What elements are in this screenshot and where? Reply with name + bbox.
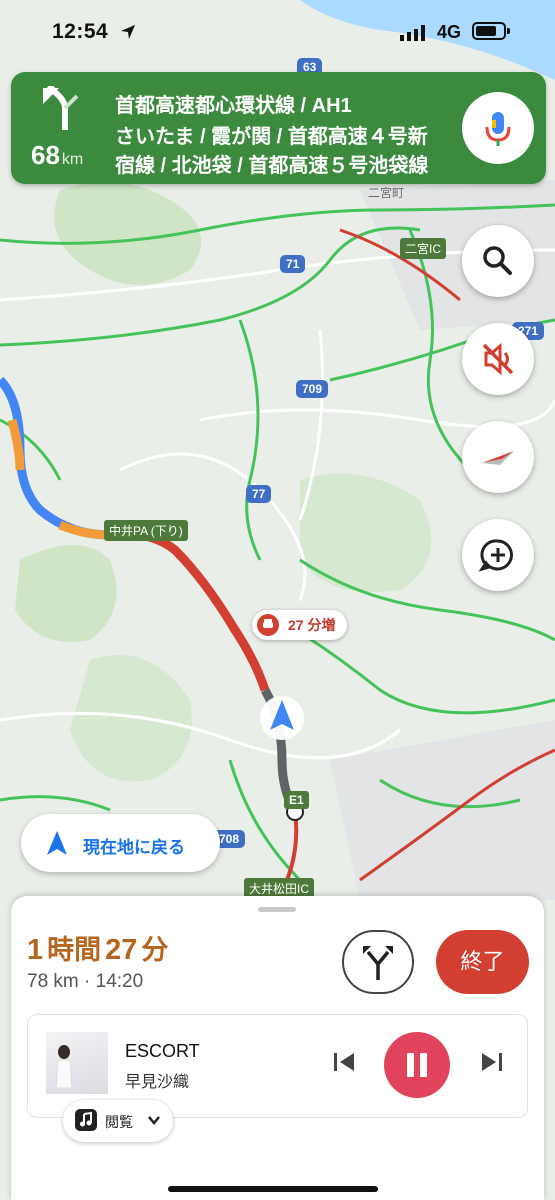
location-arrow-icon	[120, 24, 136, 45]
pause-button[interactable]	[384, 1032, 450, 1098]
end-navigation-button[interactable]: 終了	[436, 930, 529, 994]
pause-icon	[407, 1053, 427, 1077]
microphone-icon	[485, 112, 511, 146]
alternate-routes-button[interactable]	[342, 930, 414, 994]
browse-label: 閲覧	[105, 1114, 133, 1130]
distance-unit: km	[61, 151, 84, 168]
distance-value: 68	[31, 140, 60, 170]
volume-off-icon	[482, 342, 514, 376]
eta-minutes-unit: 分	[141, 935, 169, 965]
add-report-icon	[478, 539, 513, 572]
car-crash-icon	[257, 614, 279, 636]
sheet-drag-handle[interactable]	[258, 907, 296, 912]
add-report-button[interactable]	[462, 519, 534, 591]
mute-button[interactable]	[462, 323, 534, 395]
music-app-icon	[75, 1109, 97, 1131]
navigation-arrow-icon	[45, 830, 69, 861]
cell-signal-icon	[400, 25, 430, 46]
album-art	[46, 1032, 108, 1094]
traffic-delay-bubble[interactable]: 27 分増	[252, 610, 348, 640]
search-button[interactable]	[462, 225, 534, 297]
turn-slight-left-icon	[41, 83, 81, 135]
interchange-label: 中井PA (下り)	[104, 520, 188, 541]
eta-hours-unit: 時間	[47, 935, 102, 965]
recenter-button[interactable]: 現在地に戻る	[21, 814, 220, 872]
route-shield: 709	[296, 380, 329, 398]
trip-summary: 78 km · 14:20	[27, 971, 144, 992]
alternate-routes-icon	[363, 946, 393, 980]
chevron-down-icon	[145, 1111, 163, 1134]
road-name-line: 首都高速都心環状線 / AH1	[115, 95, 352, 117]
status-bar: 12:54 4G	[0, 0, 555, 66]
search-icon	[483, 246, 512, 275]
network-type: 4G	[437, 22, 462, 42]
track-title: ESCORT	[125, 1041, 200, 1061]
road-direction-line: 宿線 / 北池袋 / 首都高速５号池袋線	[115, 155, 429, 177]
track-artist: 早見沙織	[125, 1074, 190, 1091]
expressway-sign: E1	[284, 791, 309, 809]
maneuver-distance: 68 km	[31, 140, 83, 171]
traffic-delay-text: 27 分増	[288, 617, 336, 633]
compass-button[interactable]	[462, 421, 534, 493]
status-time: 12:54	[52, 20, 109, 43]
voice-search-button[interactable]	[462, 92, 534, 164]
recenter-label: 現在地に戻る	[83, 838, 185, 857]
current-location-arrow	[260, 696, 304, 740]
skip-next-icon[interactable]	[479, 1049, 505, 1080]
road-direction-line: さいたま / 霞が関 / 首都高速４号新	[115, 126, 428, 148]
navigation-banner[interactable]: 68 km 首都高速都心環状線 / AH1 さいたま / 霞が関 / 首都高速４号…	[11, 72, 546, 184]
eta-hours: 1	[27, 934, 44, 966]
browse-media-button[interactable]: 閲覧	[63, 1100, 173, 1142]
route-shield: 77	[246, 485, 272, 503]
eta-duration: 1 時間 27 分	[27, 928, 172, 967]
home-indicator[interactable]	[168, 1186, 378, 1192]
place-label: 二宮町	[368, 186, 405, 200]
skip-previous-icon[interactable]	[331, 1049, 357, 1080]
interchange-label: 二宮IC	[400, 238, 447, 259]
compass-icon	[482, 451, 514, 465]
eta-minutes: 27	[105, 934, 138, 966]
trip-bottom-sheet[interactable]: 1 時間 27 分 78 km · 14:20 終了 ESCORT 早見沙織 閲覧	[11, 896, 544, 1200]
park-area	[15, 545, 117, 642]
route-shield: 71	[280, 255, 306, 273]
battery-icon	[472, 22, 510, 40]
